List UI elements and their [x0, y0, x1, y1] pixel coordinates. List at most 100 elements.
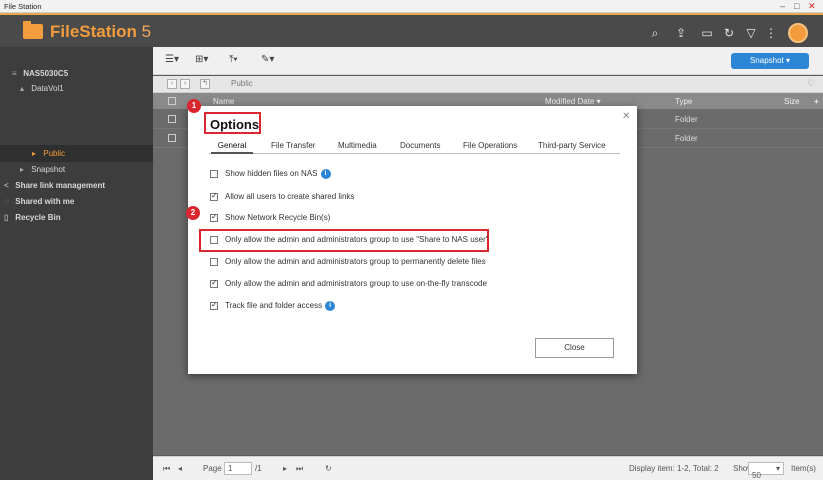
add-column-icon[interactable]: + [814, 97, 819, 106]
chevron-down-icon: ▾ [775, 464, 780, 473]
upload-icon[interactable]: ⤒▾ [229, 54, 238, 68]
sidebar-item-label: Snapshot [31, 165, 66, 174]
checkbox[interactable] [210, 258, 218, 266]
page-size-select[interactable]: 50 ▾ [748, 462, 784, 480]
sidebar-item-label: Recycle Bin [15, 213, 61, 222]
up-folder-icon[interactable]: ↰ [200, 79, 210, 89]
sidebar-item-nas[interactable]: ≡ NAS5030C5 [12, 66, 68, 82]
sidebar-item-label: Public [43, 149, 66, 158]
option-label: Track file and folder access [225, 301, 323, 310]
checkbox[interactable] [210, 191, 218, 201]
maximize-icon[interactable]: □ [794, 1, 799, 11]
search-icon[interactable]: ⌕ [648, 26, 662, 40]
checkbox[interactable] [210, 236, 218, 244]
info-icon[interactable]: i [320, 169, 331, 179]
sidebar-item-shared-with-me[interactable]: ◌ Shared with me [4, 194, 74, 210]
tab-multimedia[interactable]: Multimedia [338, 141, 377, 150]
sidebar-item-snapshot[interactable]: ▸ Snapshot [20, 162, 65, 178]
next-page-icon[interactable]: ▸ [283, 464, 287, 473]
brand-name: FileStation [50, 22, 137, 41]
page-total: /1 [255, 464, 262, 473]
tools-icon[interactable]: ✎▾ [261, 54, 274, 68]
column-type[interactable]: Type [675, 97, 692, 106]
sidebar-selected-row [0, 145, 153, 162]
snapshot-icon: ▸ [20, 165, 25, 174]
checkbox[interactable] [210, 278, 218, 288]
tab-third-party-service[interactable]: Third-party Service [538, 141, 606, 150]
folder-logo-icon [23, 21, 43, 39]
favorite-icon[interactable]: ♡ [807, 78, 815, 89]
sidebar: ≡ NAS5030C5 ▴ DataVol1 ▸ Public ▸ Snapsh… [0, 47, 153, 480]
callout-badge-1: 1 [187, 99, 201, 113]
items-label: Item(s) [791, 464, 816, 473]
sidebar-item-datavol1[interactable]: ▴ DataVol1 [20, 81, 64, 97]
info-icon[interactable]: i [325, 301, 336, 311]
back-icon[interactable]: ‹ [167, 79, 177, 89]
sidebar-item-label: Shared with me [15, 197, 75, 206]
dialog-title: Options [210, 117, 260, 132]
checkbox[interactable] [210, 300, 218, 310]
row-checkbox[interactable] [168, 115, 176, 123]
monitor-icon[interactable]: ▭ [700, 26, 714, 40]
first-page-icon[interactable]: ⏮ [163, 464, 170, 474]
snapshot-button[interactable]: Snapshot ▾ [731, 53, 809, 69]
close-window-icon[interactable]: ✕ [808, 1, 816, 12]
checkbox[interactable] [210, 212, 218, 222]
close-button[interactable]: Close [535, 338, 614, 358]
page-size-value: 50 [752, 471, 761, 480]
minimize-icon[interactable]: – [780, 1, 785, 11]
sidebar-item-recycle-bin[interactable]: ▯ Recycle Bin [4, 210, 61, 226]
tab-file-transfer[interactable]: File Transfer [271, 141, 315, 150]
row-type: Folder [675, 115, 698, 124]
display-info: Display item: 1-2, Total: 2 [629, 464, 719, 473]
more-icon[interactable]: ⋮ [764, 26, 778, 40]
snapshot-button-label: Snapshot ▾ [749, 56, 791, 65]
sidebar-item-label: DataVol1 [31, 84, 64, 93]
sidebar-item-label: NAS5030C5 [23, 69, 69, 78]
drive-icon: ▴ [20, 84, 25, 93]
path-bar: ‹ › ↰ Public ♡ [153, 76, 823, 93]
window-title-bar: File Station – □ ✕ [0, 0, 823, 13]
tab-documents[interactable]: Documents [400, 141, 440, 150]
close-icon[interactable]: ✕ [622, 111, 630, 122]
window-title: File Station [4, 2, 42, 11]
shared-icon: ◌ [4, 197, 9, 206]
last-page-icon[interactable]: ⏭ [296, 464, 303, 474]
tab-file-operations[interactable]: File Operations [463, 141, 517, 150]
row-checkbox[interactable] [168, 134, 176, 142]
folder-icon: ▸ [32, 149, 37, 158]
forward-icon[interactable]: › [180, 79, 190, 89]
tab-general[interactable]: General [211, 141, 253, 154]
option-label: Only allow the admin and administrators … [225, 257, 486, 266]
new-folder-icon[interactable]: ⊞▾ [195, 54, 208, 68]
dialog-tabs: General File Transfer Multimedia Documen… [209, 141, 620, 154]
avatar[interactable] [788, 23, 808, 43]
column-size[interactable]: Size [784, 97, 800, 106]
app-header: FileStation 5 ⌕ ⇪ ▭ ↻ ▽ ⋮ [0, 13, 823, 47]
row-type: Folder [675, 134, 698, 143]
sidebar-item-public[interactable]: ▸ Public [32, 146, 65, 162]
app-brand: FileStation 5 [50, 22, 151, 42]
option-label: Only allow the admin and administrators … [225, 279, 487, 288]
toolbar: ☰▾ ⊞▾ ⤒▾ ✎▾ Snapshot ▾ [153, 47, 823, 75]
share-icon[interactable]: ⇪ [674, 26, 688, 40]
status-bar: ⏮ ◂ Page 1 /1 ▸ ⏭ ↻ Display item: 1-2, T… [153, 456, 823, 480]
option-label: Only allow the admin and administrators … [225, 235, 489, 244]
server-icon: ≡ [12, 69, 17, 78]
refresh-list-icon[interactable]: ↻ [325, 464, 332, 473]
select-all-checkbox[interactable] [168, 97, 176, 105]
filter-icon[interactable]: ▽ [744, 26, 758, 40]
refresh-icon[interactable]: ↻ [722, 26, 736, 40]
current-path: Public [231, 79, 253, 88]
callout-badge-2: 2 [186, 206, 200, 220]
prev-page-icon[interactable]: ◂ [178, 464, 182, 473]
page-input[interactable]: 1 [224, 462, 252, 475]
share-link-icon: < [4, 181, 9, 190]
column-name[interactable]: Name [213, 97, 234, 106]
option-label: Allow all users to create shared links [225, 192, 355, 201]
option-label: Show hidden files on NAS [225, 169, 318, 178]
view-mode-icon[interactable]: ☰▾ [165, 54, 179, 68]
sidebar-item-share-link[interactable]: < Share link management [4, 178, 105, 194]
column-modified-date[interactable]: Modified Date ▾ [545, 97, 601, 106]
checkbox[interactable] [210, 170, 218, 178]
